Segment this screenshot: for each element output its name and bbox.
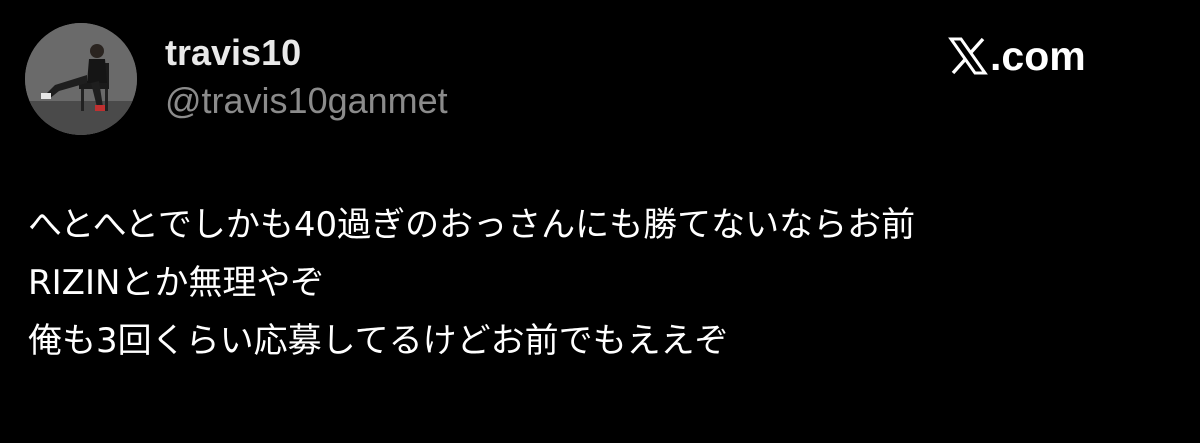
x-brand: .com — [948, 33, 1086, 79]
avatar[interactable] — [25, 23, 137, 135]
tweet-line-2: RIZINとか無理やぞ — [28, 263, 325, 303]
avatar-photo — [25, 23, 137, 135]
x-logo-icon — [948, 36, 988, 76]
tweet-line-1: へとへとでしかも40過ぎのおっさんにも勝てないならお前 — [28, 205, 916, 245]
brand-domain-text: .com — [990, 33, 1086, 79]
tweet-body: へとへとでしかも40過ぎのおっさんにも勝てないならお前 RIZINとか無理やぞ … — [28, 196, 1188, 370]
tweet-line-3: 俺も3回くらい応募してるけどお前でもええぞ — [28, 321, 729, 361]
author-display-name[interactable]: travis10 — [165, 33, 301, 73]
author-handle[interactable]: @travis10ganmet — [165, 81, 448, 121]
